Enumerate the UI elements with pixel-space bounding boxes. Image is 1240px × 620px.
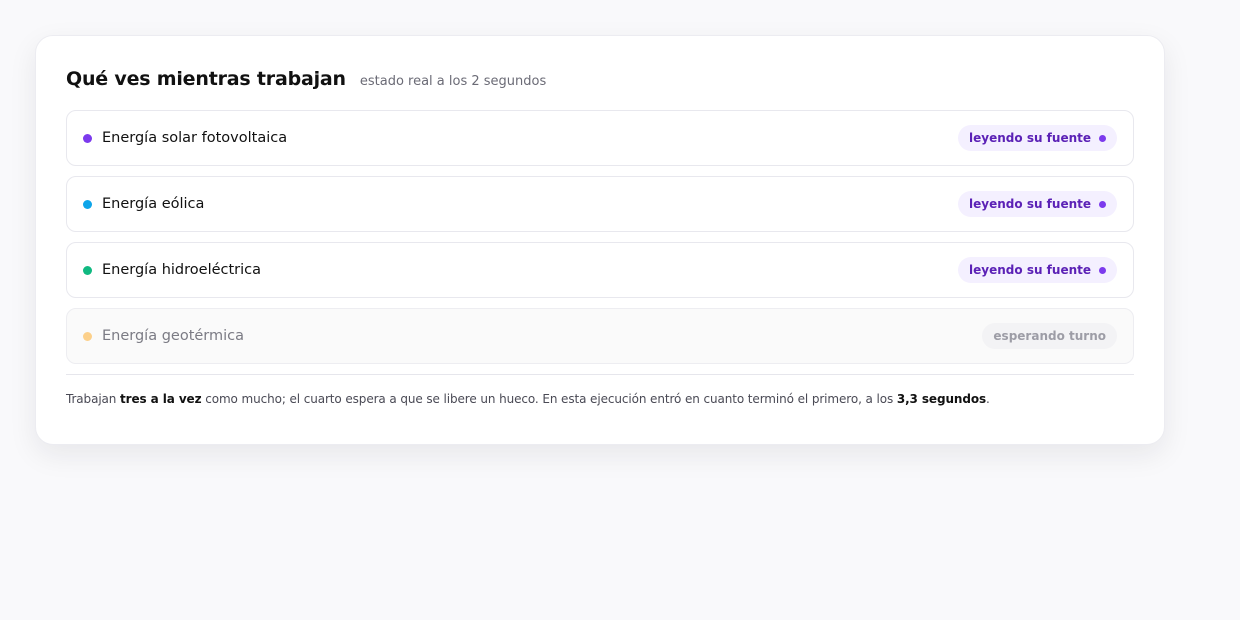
status-badge-label: esperando turno [993, 329, 1106, 343]
worker-label: Energía eólica [102, 196, 205, 212]
activity-dot-icon [1099, 134, 1106, 142]
footnote-text: Trabajan [66, 392, 121, 406]
footnote-emphasis: tres a la vez [120, 392, 202, 406]
status-card: Qué ves mientras trabajan estado real a … [35, 35, 1165, 445]
divider [66, 374, 1134, 375]
status-dot-icon [83, 331, 92, 341]
status-dot-icon [83, 199, 92, 209]
status-badge: leyendo su fuente [958, 257, 1117, 283]
worker-list: Energía solar fotovoltaica leyendo su fu… [66, 110, 1134, 364]
status-dot-icon [83, 265, 92, 275]
status-badge: leyendo su fuente [958, 125, 1117, 151]
status-dot-icon [83, 133, 92, 143]
worker-row-geotermica: Energía geotérmica esperando turno [66, 308, 1134, 364]
activity-dot-icon [1099, 266, 1106, 274]
worker-row-solar: Energía solar fotovoltaica leyendo su fu… [66, 110, 1134, 166]
footnote-text: como mucho; el cuarto espera a que se li… [201, 392, 897, 406]
worker-row-eolica: Energía eólica leyendo su fuente [66, 176, 1134, 232]
worker-row-hidro: Energía hidroeléctrica leyendo su fuente [66, 242, 1134, 298]
card-title: Qué ves mientras trabajan [66, 68, 346, 90]
worker-label: Energía hidroeléctrica [102, 262, 262, 278]
card-subtitle: estado real a los 2 segundos [359, 74, 547, 89]
status-badge-label: leyendo su fuente [969, 131, 1091, 145]
status-badge: esperando turno [982, 323, 1117, 349]
status-badge: leyendo su fuente [958, 191, 1117, 217]
worker-label: Energía solar fotovoltaica [102, 130, 288, 146]
footnote-emphasis: 3,3 segundos [896, 392, 987, 406]
footnote-text: . [986, 392, 990, 406]
worker-label: Energía geotérmica [102, 328, 245, 344]
status-badge-label: leyendo su fuente [969, 197, 1091, 211]
activity-dot-icon [1099, 200, 1106, 208]
card-header: Qué ves mientras trabajan estado real a … [66, 68, 1134, 98]
status-badge-label: leyendo su fuente [969, 263, 1091, 277]
footnote: Trabajan tres a la vez como mucho; el cu… [66, 392, 1134, 406]
